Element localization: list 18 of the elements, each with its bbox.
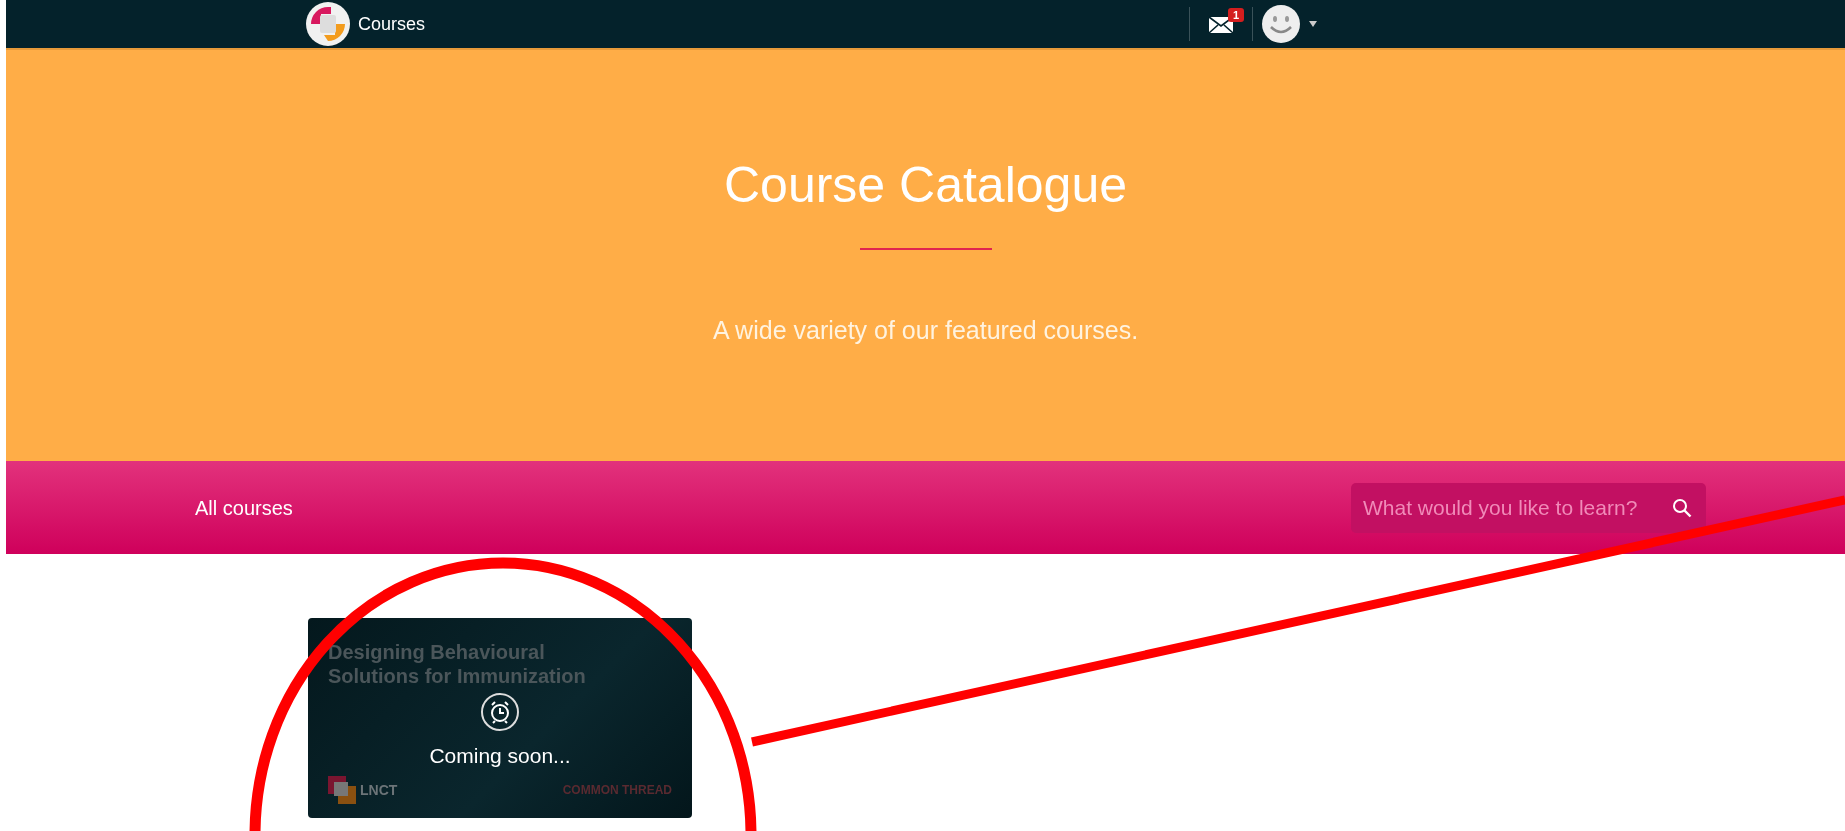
- search-icon[interactable]: [1672, 497, 1692, 518]
- logo-text: LNCT: [360, 780, 398, 800]
- page-subtitle: A wide variety of our featured courses.: [711, 315, 1140, 346]
- page-title: Course Catalogue: [723, 160, 1128, 210]
- all-courses-link[interactable]: All courses: [195, 492, 293, 523]
- caret-icon[interactable]: [1309, 21, 1317, 27]
- course-title: Designing Behavioural Solutions for Immunization: [328, 640, 587, 688]
- search-field[interactable]: What would you like to learn?: [1351, 482, 1706, 533]
- coming-soon-label: Coming soon...: [429, 743, 571, 769]
- alarm-clock-icon: [480, 692, 520, 732]
- logo-icon: [328, 776, 356, 804]
- avatar-icon[interactable]: [1261, 4, 1301, 44]
- app-title[interactable]: Courses: [358, 10, 426, 38]
- course-card[interactable]: Designing Behavioural Solutions for Immunization Coming soon... LNCT COMMON THREAD: [308, 618, 692, 818]
- partner-name: COMMON THREAD: [562, 782, 672, 799]
- notification-count: 1: [1227, 8, 1244, 22]
- logo-icon[interactable]: [306, 2, 350, 46]
- mail-icon[interactable]: [1208, 15, 1234, 34]
